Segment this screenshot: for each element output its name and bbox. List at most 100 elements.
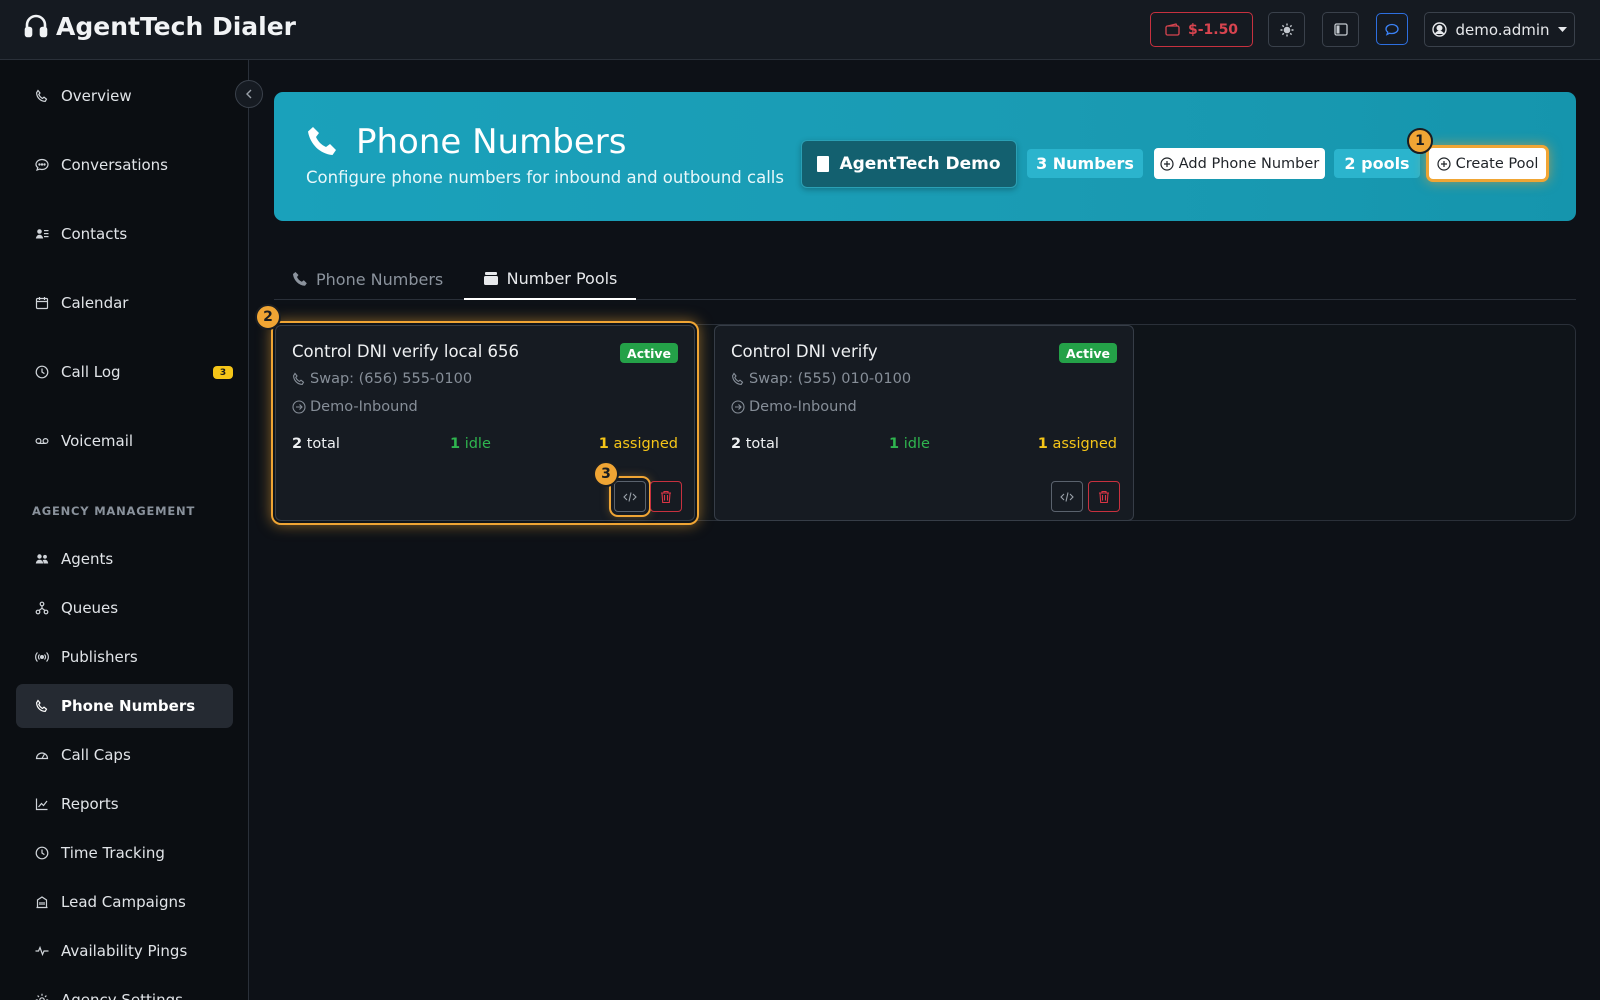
line-chart-icon	[35, 798, 48, 811]
page-title: Phone Numbers	[356, 122, 627, 162]
user-circle-icon	[1432, 22, 1448, 37]
chat-button[interactable]	[1376, 13, 1408, 45]
sidebar-item-label: Time Tracking	[61, 844, 165, 862]
phone-icon	[35, 89, 48, 103]
headset-icon	[24, 14, 48, 37]
organization-button[interactable]: AgentTech Demo	[801, 140, 1017, 188]
pool-card[interactable]: Control DNI verify Active Swap: (555) 01…	[714, 325, 1134, 521]
sidebar-item-label: Agency Settings	[61, 991, 183, 1000]
document-icon	[817, 156, 830, 172]
trash-icon	[1099, 490, 1109, 503]
route-text: Demo-Inbound	[310, 399, 418, 415]
stat-idle: 1 idle	[889, 436, 930, 452]
step-marker-3: 3	[593, 461, 619, 487]
delete-button[interactable]	[650, 481, 682, 512]
balance-value: $-1.50	[1187, 21, 1239, 38]
stat-total: 2 total	[292, 436, 340, 452]
diagram-icon	[35, 601, 49, 615]
add-phone-number-button[interactable]: Add Phone Number	[1154, 148, 1325, 179]
sidebar-item-availability-pings[interactable]: Availability Pings	[16, 929, 233, 973]
stat-idle: 1 idle	[450, 436, 491, 452]
phone-icon	[293, 272, 307, 286]
sidebar-item-label: Call Caps	[61, 746, 131, 764]
brand[interactable]: AgentTech Dialer	[24, 12, 296, 41]
sidebar-item-label: Queues	[61, 599, 119, 617]
swap-text: Swap: (555) 010-0100	[749, 371, 912, 387]
speedometer-icon	[35, 752, 49, 760]
sidebar-item-publishers[interactable]: Publishers	[16, 635, 233, 679]
sidebar-item-queues[interactable]: Queues	[16, 586, 233, 630]
sidebar-item-overview[interactable]: Overview	[16, 74, 233, 118]
sidebar-item-reports[interactable]: Reports	[16, 782, 233, 826]
page-subtitle: Configure phone numbers for inbound and …	[306, 168, 784, 187]
sidebar-item-label: Voicemail	[61, 432, 134, 450]
sidebar-item-agency-settings[interactable]: Agency Settings	[16, 978, 233, 1000]
tab-number-pools[interactable]: Number Pools	[464, 258, 636, 300]
layout-toggle-button[interactable]	[1322, 12, 1359, 47]
sidebar-item-label: Agents	[61, 550, 114, 568]
sidebar-item-label: Phone Numbers	[61, 697, 196, 715]
sidebar-item-call-log[interactable]: Call Log 3	[16, 350, 233, 394]
balance-button[interactable]: $-1.50	[1150, 12, 1253, 47]
step-marker-1: 1	[1407, 128, 1433, 154]
sidebar-item-phone-numbers[interactable]: Phone Numbers	[16, 684, 233, 728]
wallet-icon	[1165, 23, 1180, 36]
pool-route: Demo-Inbound	[292, 399, 418, 415]
app-title: AgentTech Dialer	[56, 12, 297, 41]
embed-code-button[interactable]	[1051, 481, 1083, 512]
swap-text: Swap: (656) 555-0100	[310, 371, 473, 387]
embed-code-button[interactable]	[614, 481, 646, 512]
pool-swap-number: Swap: (555) 010-0100	[731, 371, 911, 387]
phone-icon	[293, 372, 305, 385]
sidebar-item-label: Conversations	[61, 156, 168, 174]
user-menu-button[interactable]: demo.admin	[1424, 12, 1575, 47]
sidebar-item-label: Reports	[61, 795, 119, 813]
user-name: demo.admin	[1455, 20, 1550, 39]
clock-icon	[35, 365, 49, 379]
section-label-agency: AGENCY MANAGEMENT	[32, 504, 196, 518]
voicemail-icon	[35, 437, 49, 445]
sidebar-item-calendar[interactable]: Calendar	[16, 281, 233, 325]
sidebar-item-time-tracking[interactable]: Time Tracking	[16, 831, 233, 875]
phone-icon	[732, 372, 744, 385]
sidebar-item-contacts[interactable]: Contacts	[16, 212, 233, 256]
page-header-banner: Phone Numbers Configure phone numbers fo…	[274, 92, 1576, 221]
tab-label: Phone Numbers	[316, 269, 444, 289]
theme-toggle-button[interactable]	[1268, 12, 1305, 47]
sun-icon	[1280, 23, 1293, 36]
sidebar-item-agents[interactable]: Agents	[16, 537, 233, 581]
pool-route: Demo-Inbound	[731, 399, 857, 415]
sidebar-item-label: Calendar	[61, 294, 129, 312]
sidebar-collapse-button[interactable]	[235, 80, 263, 108]
sidebar-item-call-caps[interactable]: Call Caps	[16, 733, 233, 777]
plus-circle-icon	[1436, 156, 1451, 171]
tab-label: Number Pools	[506, 268, 618, 288]
sidebar-item-lead-campaigns[interactable]: Lead Campaigns	[16, 880, 233, 924]
pool-name: Control DNI verify	[731, 342, 878, 361]
create-pool-button[interactable]: Create Pool	[1429, 148, 1546, 179]
broadcast-icon	[35, 652, 49, 662]
code-icon	[1060, 491, 1074, 502]
sidebar-item-label: Contacts	[61, 225, 128, 243]
sidebar-item-voicemail[interactable]: Voicemail	[16, 419, 233, 463]
inbox-stack-icon	[483, 271, 498, 285]
chat-bubble-icon	[35, 158, 49, 171]
arrow-circle-right-icon	[731, 400, 745, 414]
chevron-left-icon	[246, 89, 252, 99]
clock-icon	[35, 846, 49, 860]
call-log-badge: 3	[213, 366, 233, 379]
arrow-circle-right-icon	[292, 400, 306, 414]
add-phone-number-label: Add Phone Number	[1178, 155, 1320, 172]
delete-button[interactable]	[1088, 481, 1120, 512]
sidebar-item-conversations[interactable]: Conversations	[16, 143, 233, 187]
phone-icon	[308, 127, 336, 155]
pulse-icon	[35, 945, 49, 957]
organization-name: AgentTech Demo	[839, 154, 1001, 174]
tab-phone-numbers[interactable]: Phone Numbers	[292, 258, 443, 300]
status-badge: Active	[620, 343, 678, 363]
building-icon	[36, 896, 48, 909]
pool-swap-number: Swap: (656) 555-0100	[292, 371, 472, 387]
caret-down-icon	[1557, 26, 1567, 32]
pool-card[interactable]: Control DNI verify local 656 Active Swap…	[275, 325, 695, 521]
top-bar: AgentTech Dialer $-1.50 demo.admin	[0, 0, 1600, 60]
